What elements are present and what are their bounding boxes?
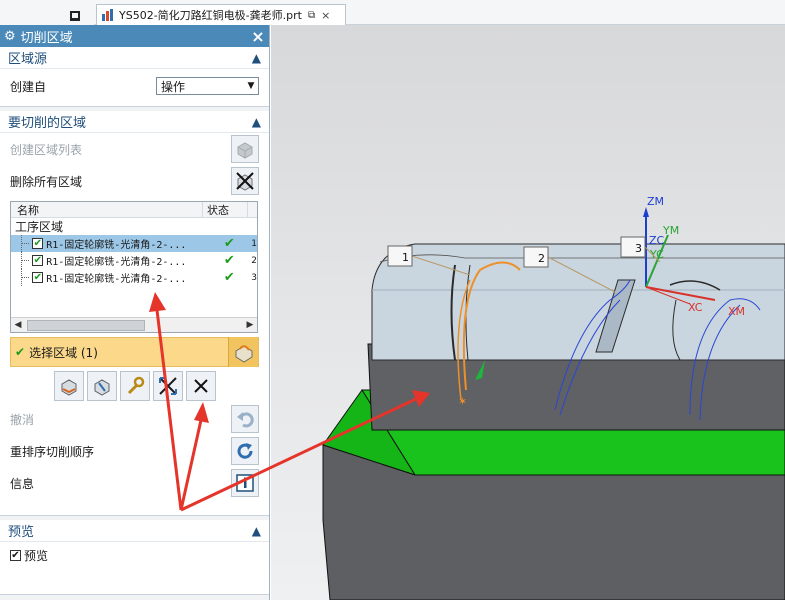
svg-text:✶: ✶: [458, 395, 467, 408]
csys-label-zm: ZM: [647, 195, 664, 208]
merge-regions-button[interactable]: [152, 371, 183, 401]
part-model: ✶ ZM ZC YM YC XC XM 1 2 3: [322, 195, 785, 600]
delete-all-regions-label: 删除所有区域: [10, 174, 83, 189]
x-icon: [193, 379, 208, 393]
edit-region-button[interactable]: [53, 371, 84, 401]
list-item[interactable]: ✔ R1-固定轮廓铣-光清角-2-... ✔ 2: [11, 252, 257, 269]
scroll-thumb[interactable]: [27, 319, 145, 331]
region-list[interactable]: 名称 状态 工序区域 ✔ R1-固定轮廓铣-光清角-2-... ✔ 1 ✔ R1…: [10, 201, 258, 333]
close-tab-icon[interactable]: ×: [321, 9, 330, 22]
create-region-list-button[interactable]: [231, 135, 259, 163]
horizontal-scrollbar[interactable]: ◀ ▶: [11, 317, 257, 332]
create-from-dropdown[interactable]: 操作 ▼: [156, 77, 259, 95]
dropdown-arrow-icon: ▼: [247, 81, 255, 91]
list-root-node[interactable]: 工序区域: [11, 218, 257, 235]
column-status[interactable]: 状态: [203, 202, 248, 217]
region-split-icon: [94, 379, 109, 396]
file-tab-title: YS502-简化刀路红铜电极-龚老师.prt: [119, 9, 302, 22]
collapse-icon[interactable]: ▲: [252, 51, 261, 65]
status-check-icon: ✔: [223, 253, 235, 268]
csys-label-xm: XM: [728, 305, 745, 318]
list-item[interactable]: ✔ R1-固定轮廓铣-光清角-2-... ✔ 3: [11, 269, 257, 286]
window-restore-icon[interactable]: [70, 11, 80, 21]
csys-label-xc: XC: [688, 301, 703, 314]
region-list-header: 名称 状态: [11, 202, 257, 218]
remove-region-button[interactable]: [185, 371, 216, 401]
region-source-header[interactable]: 区域源 ▲: [0, 47, 269, 69]
column-name[interactable]: 名称: [11, 202, 203, 217]
region-checkbox[interactable]: ✔: [32, 238, 44, 249]
region-tag-1[interactable]: 1: [402, 251, 409, 264]
scroll-right-icon[interactable]: ▶: [243, 320, 257, 330]
list-item[interactable]: ✔ R1-固定轮廓铣-光清角-2-... ✔ 1: [11, 235, 257, 252]
region-tag-3[interactable]: 3: [635, 242, 642, 255]
region-edit-icon: [61, 379, 76, 396]
select-region-row[interactable]: ✔ 选择区域 (1): [10, 337, 259, 367]
gear-icon: ⚙: [4, 28, 16, 44]
collapse-icon[interactable]: ▲: [252, 524, 261, 538]
preview-checkbox[interactable]: ✔: [10, 549, 21, 561]
status-check-icon: ✔: [223, 270, 235, 285]
create-from-label: 创建自: [10, 79, 47, 94]
nx-part-icon: [102, 9, 113, 21]
graphics-viewport[interactable]: ✶ ZM ZC YM YC XC XM 1 2 3: [271, 25, 785, 600]
region-tools: [0, 371, 269, 401]
delete-regions-icon: [236, 172, 254, 191]
region-tag-2[interactable]: 2: [538, 252, 545, 265]
regions-to-cut-group: 要切削的区域 ▲ 创建区域列表 删除所有区域 名称 状态 工序区域 ✔ R1-固…: [0, 111, 269, 516]
merge-arrows-icon: [158, 377, 177, 395]
scroll-left-icon[interactable]: ◀: [11, 320, 25, 330]
dialog-close-button[interactable]: ×: [247, 27, 269, 46]
region-checkbox[interactable]: ✔: [32, 272, 44, 283]
preview-group: 预览 ▲ ✔ 预览: [0, 520, 269, 595]
reorder-label: 重排序切削顺序: [10, 444, 95, 459]
undo-label: 撤消: [10, 412, 35, 427]
undo-button[interactable]: [231, 405, 259, 433]
region-checkbox[interactable]: ✔: [32, 255, 44, 266]
wrench-icon: [127, 376, 144, 395]
undo-icon: [237, 412, 254, 428]
cut-regions-dialog: ⚙ 切削区域 × 区域源 ▲ 创建自 操作 ▼ 要切削的区域 ▲ 创建区域列表: [0, 25, 270, 600]
region-source-group: 区域源 ▲ 创建自 操作 ▼: [0, 47, 269, 107]
dialog-title-bar: ⚙ 切削区域 ×: [0, 25, 269, 47]
refresh-icon: [237, 443, 253, 459]
preview-label: 预览: [24, 548, 49, 563]
settings-button[interactable]: [119, 371, 150, 401]
dialog-title: 切削区域: [20, 30, 73, 46]
info-button[interactable]: [231, 469, 259, 497]
regions-to-cut-header[interactable]: 要切削的区域 ▲: [0, 111, 269, 133]
file-tab[interactable]: YS502-简化刀路红铜电极-龚老师.prt ⧉ ×: [96, 4, 346, 25]
create-region-list-label: 创建区域列表: [10, 142, 83, 157]
pin-tab-icon[interactable]: ⧉: [308, 10, 315, 21]
region-list-icon: [237, 142, 253, 159]
select-region-button[interactable]: [228, 337, 258, 367]
collapse-icon[interactable]: ▲: [252, 115, 261, 129]
info-icon: [236, 474, 254, 492]
status-check-icon: ✔: [223, 236, 235, 251]
csys-label-ym: YM: [662, 224, 679, 237]
preview-header[interactable]: 预览 ▲: [0, 520, 269, 542]
delete-all-regions-button[interactable]: [231, 167, 259, 195]
info-label: 信息: [10, 476, 35, 491]
select-region-label: 选择区域 (1): [29, 345, 98, 360]
split-region-button[interactable]: [86, 371, 117, 401]
check-icon: ✔: [15, 345, 26, 359]
reorder-button[interactable]: [231, 437, 259, 465]
select-face-icon: [235, 345, 252, 363]
